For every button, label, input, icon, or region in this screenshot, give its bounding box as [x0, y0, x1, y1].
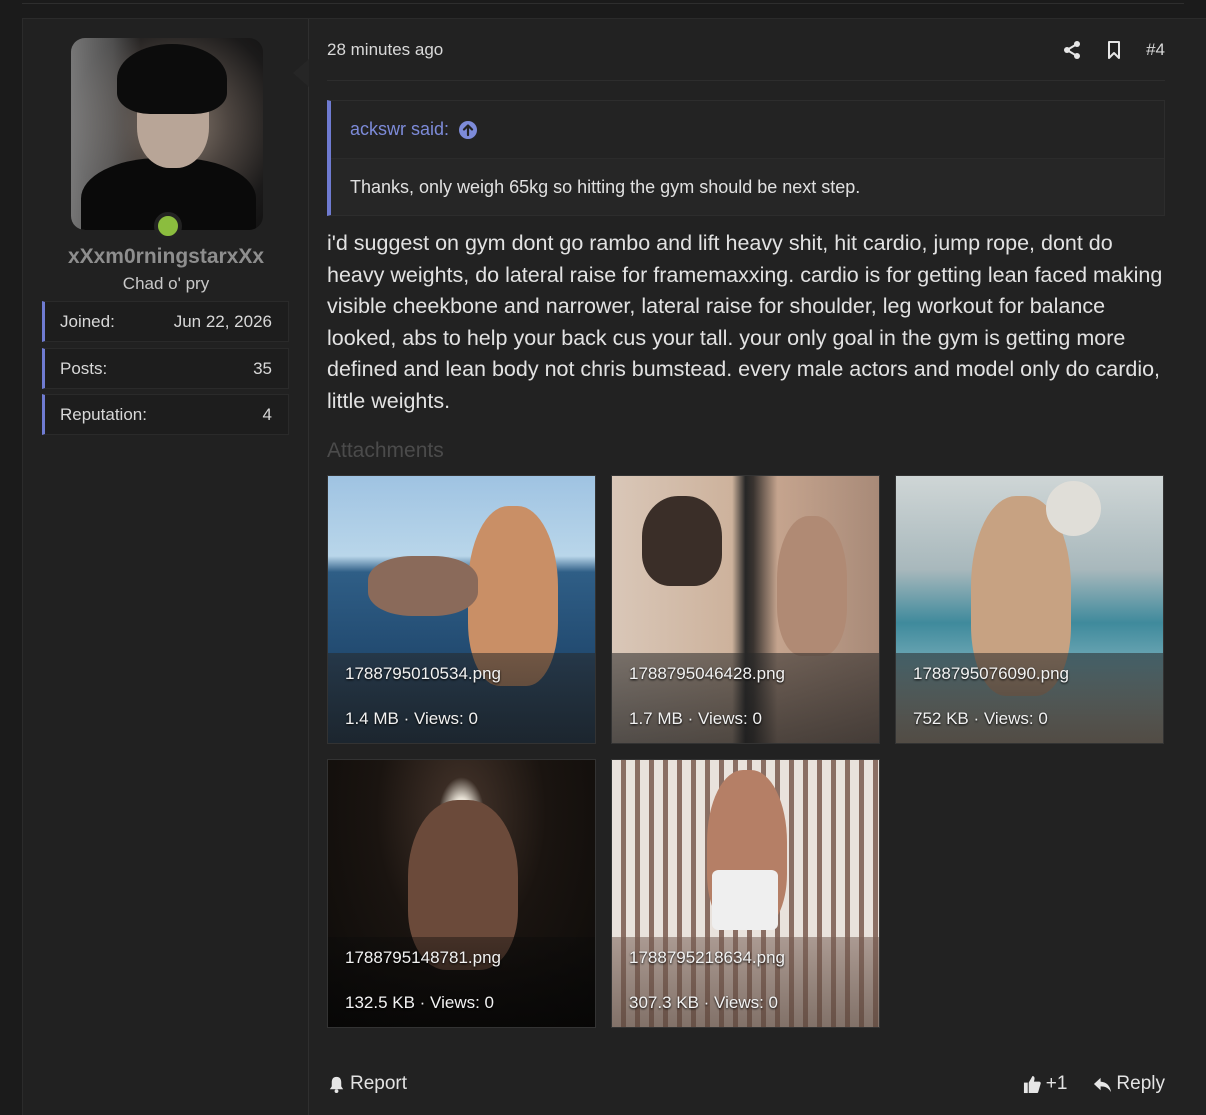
user-stat-posts: Posts: 35 — [42, 348, 289, 389]
attachment-meta: 1.7 MB · Views: 0 — [629, 709, 762, 728]
reply-label: Reply — [1116, 1073, 1165, 1094]
report-button[interactable]: Report — [327, 1073, 407, 1095]
forum-post: xXxm0rningstarxXx Chad o' pry Joined: Ju… — [22, 18, 1206, 1115]
attachment-thumbnail[interactable]: 1788795218634.png 307.3 KB · Views: 0 — [611, 759, 880, 1028]
attachment-thumbnail[interactable]: 1788795148781.png 132.5 KB · Views: 0 — [327, 759, 596, 1028]
like-count: +1 — [1045, 1073, 1068, 1094]
username[interactable]: xXxm0rningstarxXx — [23, 245, 309, 269]
post-footer: Report +1 Reply — [327, 1064, 1165, 1104]
attachment-thumbnail[interactable]: 1788795010534.png 1.4 MB · Views: 0 — [327, 475, 596, 744]
stat-value: 35 — [253, 358, 272, 378]
post-number-link[interactable]: #4 — [1146, 40, 1165, 60]
attachment-filename[interactable]: 1788795010534.png — [345, 664, 501, 684]
stat-label: Reputation: — [60, 404, 147, 424]
reply-button[interactable]: Reply — [1093, 1073, 1165, 1095]
post-arrow-pointer — [293, 59, 309, 87]
post-timestamp[interactable]: 28 minutes ago — [327, 40, 443, 60]
attachment-filename[interactable]: 1788795218634.png — [629, 948, 785, 968]
attachment-meta: 752 KB · Views: 0 — [913, 709, 1048, 728]
attachment-meta: 307.3 KB · Views: 0 — [629, 993, 778, 1012]
user-title: Chad o' pry — [122, 274, 210, 293]
thumbs-up-icon — [1023, 1075, 1041, 1093]
stat-label: Posts: — [60, 358, 108, 378]
bookmark-icon[interactable] — [1104, 40, 1124, 60]
attachment-meta: 1.4 MB · Views: 0 — [345, 709, 478, 728]
user-info-panel: xXxm0rningstarxXx Chad o' pry Joined: Ju… — [23, 19, 309, 1115]
like-button[interactable]: +1 — [1023, 1073, 1068, 1095]
post-message: i'd suggest on gym dont go rambo and lif… — [327, 231, 1163, 413]
user-stat-reputation: Reputation: 4 — [42, 394, 289, 435]
stat-value: Jun 22, 2026 — [173, 311, 272, 331]
quote-block: ackswr said: Thanks, only weigh 65kg so … — [327, 100, 1165, 216]
post-header: 28 minutes ago #4 — [327, 19, 1165, 81]
post-main: 28 minutes ago #4 ackswr said: Thanks, o… — [327, 19, 1165, 1115]
report-label: Report — [350, 1073, 408, 1094]
bell-icon — [329, 1076, 344, 1093]
attachments-heading: Attachments — [327, 439, 444, 462]
quote-author[interactable]: ackswr said: — [350, 119, 449, 140]
top-divider — [22, 0, 1184, 4]
attachment-filename[interactable]: 1788795148781.png — [345, 948, 501, 968]
reply-icon — [1094, 1077, 1112, 1092]
attachment-filename[interactable]: 1788795046428.png — [629, 664, 785, 684]
stat-value: 4 — [262, 404, 272, 424]
share-icon[interactable] — [1062, 40, 1082, 60]
avatar[interactable] — [71, 38, 263, 230]
quote-header[interactable]: ackswr said: — [331, 101, 1164, 159]
stat-label: Joined: — [60, 311, 115, 331]
user-stat-joined: Joined: Jun 22, 2026 — [42, 301, 289, 342]
attachment-thumbnail[interactable]: 1788795076090.png 752 KB · Views: 0 — [895, 475, 1164, 744]
online-status-indicator — [154, 212, 182, 240]
attachment-meta: 132.5 KB · Views: 0 — [345, 993, 494, 1012]
attachment-filename[interactable]: 1788795076090.png — [913, 664, 1069, 684]
attachment-thumbnail[interactable]: 1788795046428.png 1.7 MB · Views: 0 — [611, 475, 880, 744]
arrow-up-circle-icon[interactable] — [458, 120, 478, 140]
quote-text: Thanks, only weigh 65kg so hitting the g… — [350, 177, 861, 197]
